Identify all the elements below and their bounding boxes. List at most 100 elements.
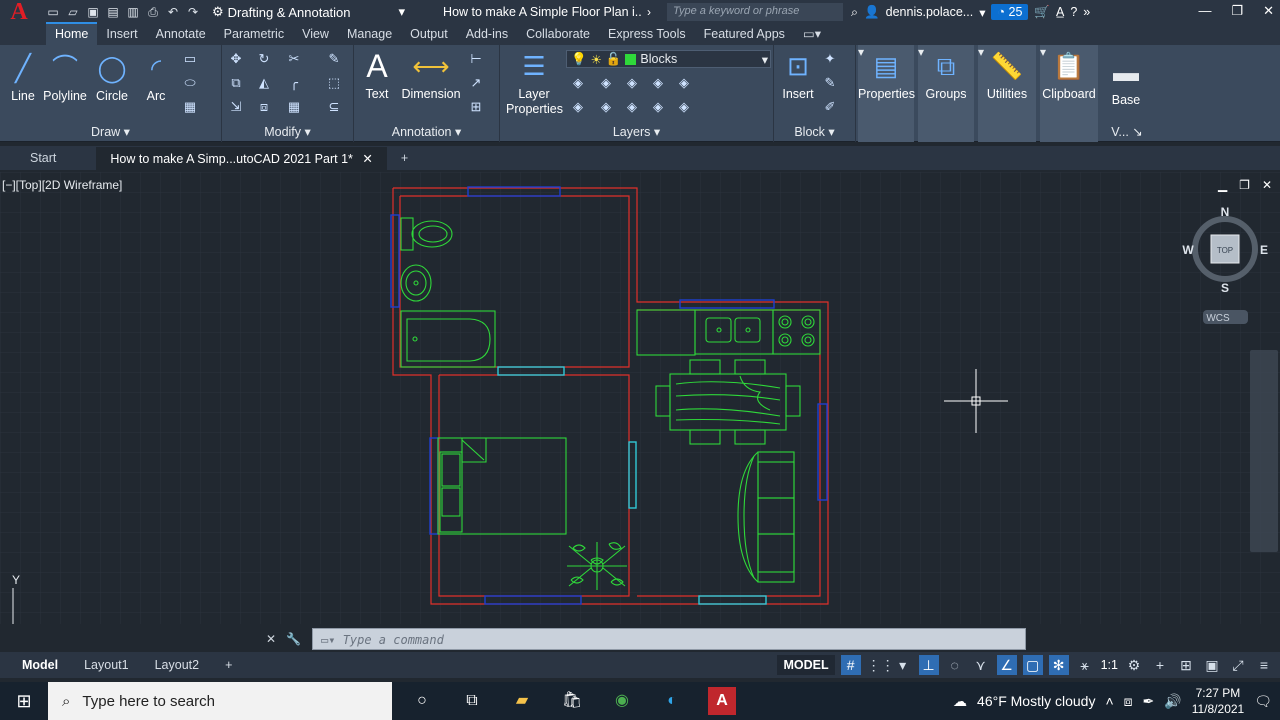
insert-block-tool[interactable]: ⊡ Insert: [778, 49, 818, 101]
tab-layout2[interactable]: Layout2: [142, 655, 212, 675]
properties-tool[interactable]: ▤ Properties: [858, 49, 915, 101]
layers-panel-title[interactable]: Layers ▾: [500, 124, 773, 140]
volume-icon[interactable]: 🔊: [1164, 693, 1181, 710]
layer-tool-icon[interactable]: ◈: [676, 75, 692, 91]
rectangle-icon[interactable]: ▭: [182, 51, 198, 67]
layer-tool-icon[interactable]: ◈: [570, 99, 586, 115]
scale-icon[interactable]: ⧈: [256, 99, 272, 115]
polar-icon[interactable]: ◌: [945, 655, 965, 675]
linear-dim-icon[interactable]: ⊢: [468, 51, 484, 67]
layer-dropdown[interactable]: 💡 ☀ 🔓 Blocks ▾: [566, 50, 771, 68]
close-icon[interactable]: ✕: [266, 632, 276, 646]
layer-tool-icon[interactable]: ◈: [598, 75, 614, 91]
new-tab-plus-icon[interactable]: +: [387, 147, 422, 169]
annotation-panel-title[interactable]: Annotation ▾: [354, 124, 499, 140]
ellipse-icon[interactable]: ⬭: [182, 75, 198, 91]
new-file-icon[interactable]: ▭: [46, 5, 60, 19]
layer-tool-icon[interactable]: ◈: [624, 75, 640, 91]
groups-panel[interactable]: ⧉ Groups ▾: [918, 45, 974, 142]
save-as-icon[interactable]: ▤: [106, 5, 120, 19]
isolate-icon[interactable]: ▣: [1202, 655, 1222, 675]
annotation-scale[interactable]: 1:1: [1101, 658, 1118, 672]
clipboard-tool[interactable]: 📋 Clipboard: [1040, 49, 1098, 101]
tab-home[interactable]: Home: [46, 22, 98, 45]
plot-icon[interactable]: ⎙: [146, 5, 160, 19]
store-icon[interactable]: 🛍: [558, 687, 586, 715]
pen-icon[interactable]: ✒: [1143, 693, 1155, 710]
subscription-badge[interactable]: ◔ 25: [991, 4, 1029, 20]
chrome-icon[interactable]: ◉: [608, 687, 636, 715]
tab-collaborate[interactable]: Collaborate: [517, 24, 599, 45]
minimize-icon[interactable]: ▁: [1218, 178, 1227, 192]
compass-e[interactable]: E: [1260, 243, 1268, 257]
minimize-icon[interactable]: —: [1198, 3, 1211, 19]
gear-icon[interactable]: ⚙: [1124, 655, 1144, 675]
mirror-icon[interactable]: ◭: [256, 75, 272, 91]
polyline-tool[interactable]: ⌒ Polyline: [42, 51, 88, 103]
groups-tool[interactable]: ⧉ Groups: [918, 49, 974, 101]
annotation-autoscale-icon[interactable]: ⚹: [1075, 655, 1095, 675]
autocad-taskbar-icon[interactable]: A: [708, 687, 736, 715]
block-panel-title[interactable]: Block ▾: [774, 124, 855, 140]
offset-icon[interactable]: ⊆: [326, 99, 342, 115]
user-account[interactable]: dennis.polace...: [886, 5, 974, 19]
a360-icon[interactable]: A̲: [1056, 5, 1064, 19]
file-explorer-icon[interactable]: ▰: [508, 687, 536, 715]
task-view-icon[interactable]: ⧉: [458, 687, 486, 715]
compass-s[interactable]: S: [1221, 281, 1229, 295]
restore-icon[interactable]: ❐: [1231, 3, 1243, 19]
save-web-icon[interactable]: ▥: [126, 5, 140, 19]
active-file-tab[interactable]: How to make A Simp...utoCAD 2021 Part 1*…: [96, 146, 387, 170]
command-input[interactable]: ▭▾ Type a command: [312, 628, 1026, 650]
circle-tool[interactable]: ◯ Circle: [92, 51, 132, 103]
workspace-switcher[interactable]: ⚙ Drafting & Annotation ▾: [212, 4, 405, 20]
clipboard-panel[interactable]: 📋 Clipboard ▾: [1040, 45, 1098, 142]
floor-plan-drawing[interactable]: Y X TOP N S W E WCS: [0, 172, 1280, 624]
viewcube-top[interactable]: TOP: [1217, 246, 1233, 255]
view-panel-title[interactable]: V... ↘: [1102, 124, 1152, 140]
keyword-search-input[interactable]: Type a keyword or phrase: [667, 3, 844, 21]
table-icon[interactable]: ⊞: [468, 99, 484, 115]
modify-panel-title[interactable]: Modify ▾: [222, 124, 353, 140]
dimension-tool[interactable]: ⟷ Dimension: [400, 49, 462, 101]
stretch-icon[interactable]: ⇲: [228, 99, 244, 115]
text-tool[interactable]: A Text: [362, 49, 392, 101]
explode-icon[interactable]: ⬚: [326, 75, 342, 91]
compass-n[interactable]: N: [1221, 205, 1230, 219]
customize-icon[interactable]: ≡: [1254, 655, 1274, 675]
tab-express-tools[interactable]: Express Tools: [599, 24, 695, 45]
network-icon[interactable]: ⧈: [1124, 693, 1133, 710]
ortho-icon[interactable]: ⊥: [918, 655, 939, 675]
ribbon-options-icon[interactable]: ▭▾: [794, 23, 830, 45]
layer-tool-icon[interactable]: ◈: [650, 75, 666, 91]
tab-view[interactable]: View: [293, 24, 338, 45]
help-icon[interactable]: ?: [1070, 5, 1077, 19]
taskbar-search[interactable]: ⌕ Type here to search: [48, 682, 392, 720]
save-icon[interactable]: ▣: [86, 5, 100, 19]
open-folder-icon[interactable]: ▱: [66, 5, 80, 19]
isodraft-icon[interactable]: ⋎: [971, 655, 991, 675]
close-icon[interactable]: ✕: [362, 152, 372, 166]
move-icon[interactable]: ✥: [228, 51, 244, 67]
layer-tool-icon[interactable]: ◈: [570, 75, 586, 91]
autocad-logo-icon[interactable]: A: [0, 0, 38, 25]
redo-icon[interactable]: ↷: [186, 5, 200, 19]
object-snap-icon[interactable]: ▢: [1022, 655, 1043, 675]
edge-icon[interactable]: ◐: [658, 687, 686, 715]
layer-tool-icon[interactable]: ◈: [624, 99, 640, 115]
tab-annotate[interactable]: Annotate: [147, 24, 215, 45]
tab-manage[interactable]: Manage: [338, 24, 401, 45]
fillet-icon[interactable]: ╭: [286, 75, 302, 91]
copy-icon[interactable]: ⧉: [228, 75, 244, 91]
layer-properties-tool[interactable]: ☰ Layer Properties: [504, 49, 564, 117]
close-icon[interactable]: ✕: [1262, 178, 1272, 192]
properties-panel[interactable]: ▤ Properties ▾: [858, 45, 915, 142]
model-space-button[interactable]: MODEL: [777, 655, 835, 675]
chevron-up-icon[interactable]: ˄: [1105, 693, 1113, 709]
tab-output[interactable]: Output: [401, 24, 457, 45]
draw-panel-title[interactable]: Draw ▾: [0, 124, 221, 140]
cart-icon[interactable]: 🛒: [1034, 5, 1050, 20]
drawing-viewport[interactable]: Y X TOP N S W E WCS [−][Top][2D Wirefram…: [0, 172, 1280, 624]
object-snap-tracking-icon[interactable]: ∠: [996, 655, 1017, 675]
tab-add-ins[interactable]: Add-ins: [457, 24, 517, 45]
